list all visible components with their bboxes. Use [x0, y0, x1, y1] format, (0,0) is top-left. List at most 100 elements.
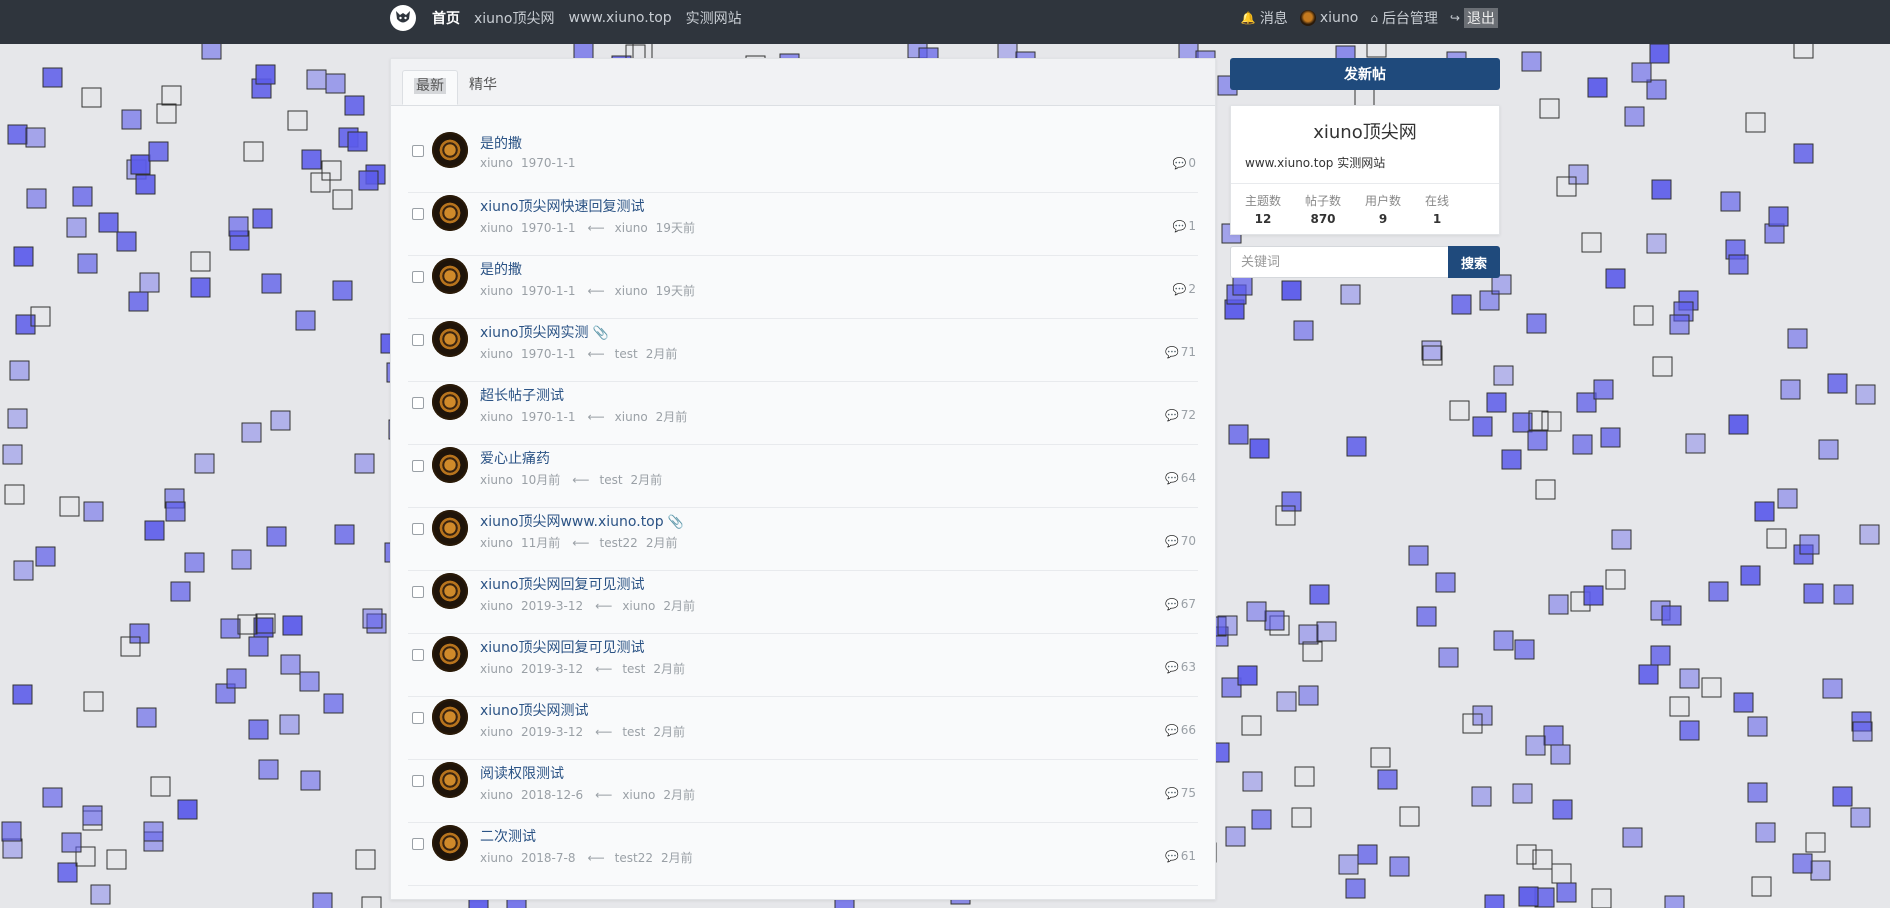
- thread-checkbox[interactable]: [412, 397, 424, 409]
- logo-icon[interactable]: [390, 5, 416, 31]
- thread-title-text[interactable]: 是的撒: [480, 262, 522, 278]
- background-square: [287, 110, 308, 131]
- thread-title[interactable]: 阅读权限测试: [480, 763, 564, 783]
- thread-row[interactable]: xiuno顶尖网测试 xiuno 2019-3-12 ⟵ test 2月前 💬 66: [408, 697, 1198, 760]
- background-square: [1472, 416, 1493, 437]
- thread-title[interactable]: xiuno顶尖网快速回复测试: [480, 196, 645, 216]
- thread-title[interactable]: xiuno顶尖网回复可见测试: [480, 574, 645, 594]
- thread-title-text[interactable]: 爱心止痛药: [480, 451, 550, 467]
- search-button[interactable]: 搜索: [1448, 246, 1500, 278]
- thread-author[interactable]: xiuno: [480, 725, 513, 739]
- avatar[interactable]: [432, 825, 468, 861]
- thread-row[interactable]: xiuno顶尖网实测 📎 xiuno 1970-1-1 ⟵ test 2月前 💬 71: [408, 319, 1198, 382]
- thread-title[interactable]: xiuno顶尖网测试: [480, 700, 589, 720]
- thread-title-text[interactable]: xiuno顶尖网测试: [480, 703, 589, 719]
- thread-row[interactable]: 爱心止痛药 xiuno 10月前 ⟵ test 2月前 💬 64: [408, 445, 1198, 508]
- thread-row[interactable]: xiuno顶尖网回复可见测试 xiuno 2019-3-12 ⟵ xiuno 2月前 💬 67: [408, 571, 1198, 634]
- thread-checkbox[interactable]: [412, 523, 424, 535]
- logout-link[interactable]: ↪ 退出: [1450, 8, 1498, 28]
- avatar[interactable]: [432, 447, 468, 483]
- thread-checkbox[interactable]: [412, 208, 424, 220]
- thread-author[interactable]: xiuno: [480, 347, 513, 361]
- thread-last-user[interactable]: test: [622, 725, 645, 739]
- thread-author[interactable]: xiuno: [480, 662, 513, 676]
- thread-checkbox[interactable]: [412, 586, 424, 598]
- thread-last-user[interactable]: test22: [599, 536, 637, 550]
- thread-row[interactable]: 超长帖子测试 xiuno 1970-1-1 ⟵ xiuno 2月前 💬 72: [408, 382, 1198, 445]
- thread-checkbox[interactable]: [412, 460, 424, 472]
- nav-link-test-site[interactable]: 实测网站: [686, 8, 742, 28]
- thread-last-user[interactable]: test: [622, 662, 645, 676]
- avatar[interactable]: [432, 384, 468, 420]
- nav-link-home[interactable]: 首页: [432, 8, 460, 28]
- thread-title[interactable]: xiuno顶尖网回复可见测试: [480, 637, 645, 657]
- thread-last-user[interactable]: test: [599, 473, 622, 487]
- thread-last-user[interactable]: xiuno: [615, 221, 648, 235]
- thread-row[interactable]: 阅读权限测试 xiuno 2018-12-6 ⟵ xiuno 2月前 💬 75: [408, 760, 1198, 823]
- thread-author[interactable]: xiuno: [480, 221, 513, 235]
- thread-author[interactable]: xiuno: [480, 599, 513, 613]
- avatar[interactable]: [432, 573, 468, 609]
- thread-author[interactable]: xiuno: [480, 284, 513, 298]
- avatar[interactable]: [432, 636, 468, 672]
- thread-last-user[interactable]: xiuno: [615, 284, 648, 298]
- thread-author[interactable]: xiuno: [480, 473, 513, 487]
- nav-link-url[interactable]: www.xiuno.top: [569, 10, 672, 26]
- avatar[interactable]: [432, 762, 468, 798]
- thread-title[interactable]: 二次测试: [480, 826, 536, 846]
- tab-latest[interactable]: 最新: [402, 70, 458, 105]
- search-input[interactable]: [1230, 246, 1448, 278]
- thread-row[interactable]: xiuno顶尖网快速回复测试 xiuno 1970-1-1 ⟵ xiuno 19天前 💬 1: [408, 193, 1198, 256]
- tab-digest[interactable]: 精华: [458, 70, 508, 105]
- thread-checkbox[interactable]: [412, 775, 424, 787]
- thread-last-user[interactable]: test: [615, 347, 638, 361]
- thread-checkbox[interactable]: [412, 334, 424, 346]
- thread-checkbox[interactable]: [412, 271, 424, 283]
- thread-author[interactable]: xiuno: [480, 536, 513, 550]
- thread-author[interactable]: xiuno: [480, 156, 513, 170]
- thread-author[interactable]: xiuno: [480, 788, 513, 802]
- thread-title[interactable]: xiuno顶尖网www.xiuno.top 📎: [480, 511, 684, 531]
- thread-last-user[interactable]: test22: [615, 851, 653, 865]
- thread-title-text[interactable]: xiuno顶尖网回复可见测试: [480, 577, 645, 593]
- avatar[interactable]: [432, 699, 468, 735]
- thread-row[interactable]: 是的撒 xiuno 1970-1-1 ⟵ xiuno 19天前 💬 2: [408, 256, 1198, 319]
- thread-checkbox[interactable]: [412, 649, 424, 661]
- thread-title-text[interactable]: xiuno顶尖网www.xiuno.top: [480, 514, 664, 530]
- comment-icon: 💬: [1165, 850, 1179, 863]
- thread-title-text[interactable]: xiuno顶尖网实测: [480, 325, 589, 341]
- thread-row[interactable]: xiuno顶尖网www.xiuno.top 📎 xiuno 11月前 ⟵ test22 2月…: [408, 508, 1198, 571]
- user-link[interactable]: xiuno: [1299, 10, 1358, 26]
- avatar[interactable]: [432, 510, 468, 546]
- thread-title[interactable]: 是的撒: [480, 259, 522, 279]
- thread-title-text[interactable]: 阅读权限测试: [480, 766, 564, 782]
- thread-title[interactable]: 爱心止痛药: [480, 448, 550, 468]
- thread-title-text[interactable]: 二次测试: [480, 829, 536, 845]
- thread-checkbox[interactable]: [412, 712, 424, 724]
- avatar[interactable]: [432, 132, 468, 168]
- thread-row[interactable]: xiuno顶尖网回复可见测试 xiuno 2019-3-12 ⟵ test 2月前 💬 63: [408, 634, 1198, 697]
- avatar[interactable]: [432, 258, 468, 294]
- thread-author[interactable]: xiuno: [480, 410, 513, 424]
- avatar[interactable]: [432, 321, 468, 357]
- thread-title-text[interactable]: 是的撒: [480, 136, 522, 152]
- avatar[interactable]: [432, 195, 468, 231]
- admin-link[interactable]: ⌂ 后台管理: [1370, 8, 1438, 28]
- thread-last-user[interactable]: xiuno: [622, 788, 655, 802]
- thread-title-text[interactable]: xiuno顶尖网快速回复测试: [480, 199, 645, 215]
- thread-author[interactable]: xiuno: [480, 851, 513, 865]
- thread-title-text[interactable]: 超长帖子测试: [480, 388, 564, 404]
- thread-checkbox[interactable]: [412, 838, 424, 850]
- thread-checkbox[interactable]: [412, 145, 424, 157]
- new-thread-button[interactable]: 发新帖: [1230, 58, 1500, 90]
- nav-link-site[interactable]: xiuno顶尖网: [474, 8, 555, 28]
- thread-last-user[interactable]: xiuno: [622, 599, 655, 613]
- thread-title[interactable]: 超长帖子测试: [480, 385, 564, 405]
- thread-title-text[interactable]: xiuno顶尖网回复可见测试: [480, 640, 645, 656]
- messages-link[interactable]: 🔔 消息: [1241, 8, 1288, 28]
- thread-title[interactable]: xiuno顶尖网实测 📎: [480, 322, 609, 342]
- thread-row[interactable]: 二次测试 xiuno 2018-7-8 ⟵ test22 2月前 💬 61: [408, 823, 1198, 886]
- thread-row[interactable]: 是的撒 xiuno 1970-1-1 💬 0: [408, 130, 1198, 193]
- thread-last-user[interactable]: xiuno: [615, 410, 648, 424]
- thread-title[interactable]: 是的撒: [480, 133, 522, 153]
